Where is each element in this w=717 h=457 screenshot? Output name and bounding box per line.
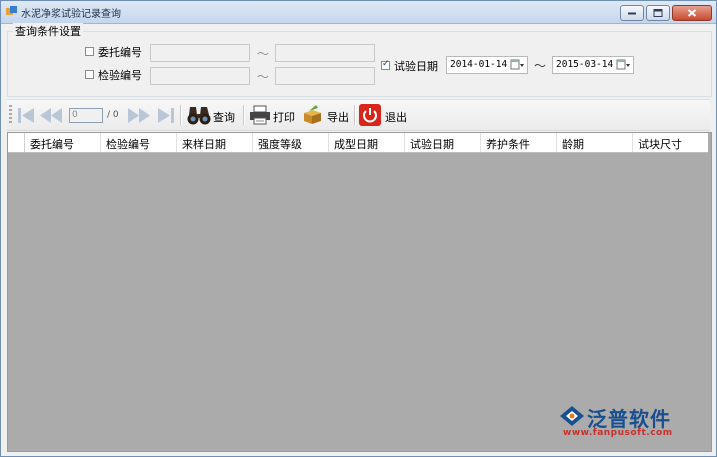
toolbar-separator (243, 105, 245, 125)
brand-watermark: 泛普软件 www.fanpusoft.com (559, 403, 699, 443)
test-date-start-value: 2014-01-14 (450, 59, 508, 70)
row-header-corner[interactable] (8, 133, 25, 152)
test-date-start-picker[interactable]: 2014-01-14 (446, 56, 528, 74)
consign-no-from-input[interactable] (150, 44, 250, 62)
brand-url: www.fanpusoft.com (563, 428, 673, 438)
test-date-checkbox[interactable] (381, 59, 390, 70)
calendar-dropdown-icon (510, 59, 524, 70)
query-button[interactable]: 查询 (187, 104, 239, 126)
column-header[interactable]: 检验编号 (106, 136, 150, 152)
page-total: / 0 (107, 110, 119, 120)
records-grid[interactable]: 委托编号 检验编号 来样日期 强度等级 成型日期 试验日期 养护条件 龄期 试块… (7, 132, 712, 452)
page-number-input[interactable]: 0 (69, 108, 103, 123)
column-header[interactable]: 成型日期 (334, 136, 378, 152)
query-label: 查询 (213, 111, 235, 124)
inspect-no-to-input[interactable] (275, 67, 375, 85)
grid-header: 委托编号 检验编号 来样日期 强度等级 成型日期 试验日期 养护条件 龄期 试块… (8, 133, 708, 153)
inspect-no-label: 检验编号 (98, 69, 142, 82)
toolbar-separator (180, 105, 182, 125)
range-separator: ～ (257, 47, 270, 61)
test-date-label: 试验日期 (394, 60, 438, 73)
maximize-button[interactable] (646, 5, 670, 21)
export-button[interactable]: 导出 (301, 104, 351, 126)
title-bar[interactable]: 水泥净浆试验记录查询 (1, 1, 716, 24)
app-icon (6, 6, 17, 15)
exit-button[interactable]: 退出 (359, 104, 411, 126)
close-button[interactable] (672, 5, 712, 21)
column-header[interactable]: 龄期 (562, 136, 584, 152)
inspect-no-from-input[interactable] (150, 67, 250, 85)
last-page-icon[interactable] (157, 107, 175, 124)
column-header[interactable]: 强度等级 (258, 136, 302, 152)
inspect-no-checkbox[interactable] (85, 70, 94, 79)
minimize-button[interactable] (620, 5, 644, 21)
printer-icon (250, 105, 270, 125)
query-conditions-group: 查询条件设置 委托编号 ～ 检验编号 ～ 试验日期 2014-01-14 ～ 2… (7, 23, 712, 97)
test-date-end-picker[interactable]: 2015-03-14 (552, 56, 634, 74)
exit-label: 退出 (385, 111, 407, 124)
main-window: 水泥净浆试验记录查询 查询条件设置 委托编号 ～ 检验编号 ～ 试验日期 201… (0, 0, 717, 457)
toolbar: 0 / 0 查询 打印 导出 退出 (7, 99, 710, 131)
calendar-dropdown-icon (616, 59, 630, 70)
range-separator: ～ (257, 70, 270, 84)
column-header[interactable]: 养护条件 (486, 136, 530, 152)
column-header[interactable]: 委托编号 (30, 136, 74, 152)
consign-no-label: 委托编号 (98, 46, 142, 59)
consign-no-checkbox[interactable] (85, 47, 94, 56)
group-legend: 查询条件设置 (13, 23, 83, 39)
minimize-icon (628, 12, 636, 15)
toolbar-grip[interactable] (9, 105, 12, 125)
export-box-icon (304, 105, 321, 124)
print-button[interactable]: 打印 (249, 104, 297, 126)
binoculars-icon (187, 107, 211, 125)
maximize-icon (653, 9, 663, 17)
next-page-icon[interactable] (127, 107, 151, 124)
toolbar-separator (354, 105, 356, 125)
export-label: 导出 (327, 111, 349, 124)
window-title: 水泥净浆试验记录查询 (21, 9, 121, 20)
power-icon (359, 104, 381, 126)
test-date-end-value: 2015-03-14 (556, 59, 614, 70)
first-page-icon[interactable] (17, 107, 35, 124)
column-header[interactable]: 试验日期 (410, 136, 454, 152)
column-header[interactable]: 来样日期 (182, 136, 226, 152)
fanpu-logo-icon (560, 406, 584, 426)
column-header[interactable]: 试块尺寸 (638, 136, 682, 152)
previous-page-icon[interactable] (39, 107, 63, 124)
consign-no-to-input[interactable] (275, 44, 375, 62)
close-icon (687, 9, 697, 17)
print-label: 打印 (273, 111, 295, 124)
date-range-separator: ～ (534, 59, 547, 73)
